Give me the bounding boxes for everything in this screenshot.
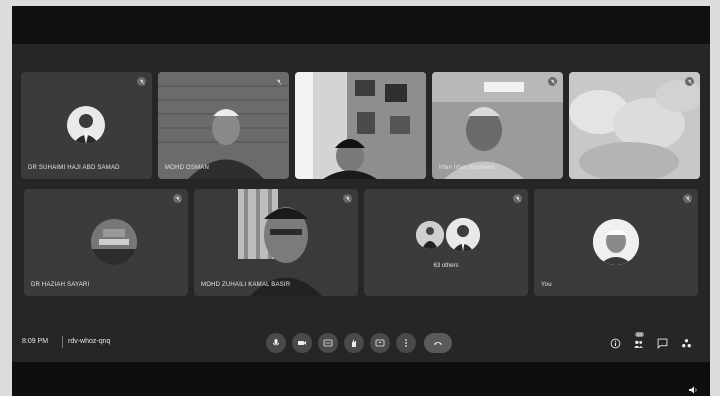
raise-hand-button[interactable] [344,333,364,353]
meeting-time: 8:09 PM [22,338,49,345]
captions-button[interactable] [318,333,338,353]
activities-icon [681,338,691,347]
top-bar [12,6,710,44]
meeting-code: rdv-whoz-qnq [68,338,111,345]
participant-tile[interactable]: Irfan Irfan Rasheed [432,72,563,179]
captions-icon [323,339,333,347]
mic-muted-icon [685,77,694,86]
video-feed [432,72,563,179]
participant-tile[interactable]: MOHD ZUHAILI KAMAL BASIR [194,189,358,296]
leave-call-button[interactable] [424,333,452,353]
others-count-label: 63 others [433,263,459,269]
participant-name: Irfan Irfan Rasheed [439,165,495,171]
raise-hand-icon [352,340,356,347]
divider [62,336,63,348]
participant-grid: DR SUHAIMI HAJI ABD SAMAD MOHD OSMAN Irf… [12,44,710,324]
participant-tile-self[interactable]: You [534,189,698,296]
mic-button[interactable] [266,333,286,353]
mic-muted-icon [274,77,283,86]
participant-tile[interactable]: MOHD OSMAN [158,72,289,179]
present-button[interactable] [370,333,390,353]
camera-button[interactable] [292,333,312,353]
camera-icon [298,341,306,345]
info-icon [610,338,620,348]
mic-muted-icon [683,194,692,203]
avatar [593,219,639,265]
volume-icon[interactable] [688,385,698,395]
avatar [67,106,105,144]
participant-tile[interactable] [295,72,426,179]
participant-tile[interactable]: DR HAZIAH SAYARI [24,189,188,296]
participant-name: MOHD ZUHAILI KAMAL BASIR [201,282,291,288]
participant-tile-others[interactable]: 63 others [364,189,528,296]
more-options-button[interactable] [396,333,416,353]
mic-muted-icon [548,77,557,86]
participant-name: You [541,282,552,288]
participant-tile[interactable] [569,72,700,179]
chat-icon [657,338,667,349]
meeting-window: DR SUHAIMI HAJI ABD SAMAD MOHD OSMAN Irf… [12,6,710,396]
player-footer [12,362,710,396]
chat-button[interactable] [655,336,669,350]
video-feed [158,72,289,179]
participant-count-badge: 63 [635,332,645,337]
mic-muted-icon [343,194,352,203]
participant-tile[interactable]: DR SUHAIMI HAJI ABD SAMAD [21,72,152,179]
video-feed [194,189,358,296]
control-bar: 8:09 PM rdv-whoz-qnq 63 [12,324,710,362]
hangup-icon [434,342,442,345]
mic-muted-icon [513,194,522,203]
mic-muted-icon [137,77,146,86]
avatar [91,219,137,265]
more-options-icon [405,339,407,347]
video-feed [569,72,700,179]
participant-name: MOHD OSMAN [165,165,209,171]
mic-muted-icon [173,194,182,203]
video-feed [295,72,426,179]
mic-icon [272,339,280,346]
people-button[interactable]: 63 [631,332,645,350]
participant-name: DR SUHAIMI HAJI ABD SAMAD [28,165,120,171]
people-icon [633,340,643,348]
participant-name: DR HAZIAH SAYARI [31,282,90,288]
info-button[interactable] [608,336,622,350]
present-icon [375,339,385,347]
avatar [416,221,444,249]
activities-button[interactable] [679,336,693,350]
avatar [444,216,482,254]
